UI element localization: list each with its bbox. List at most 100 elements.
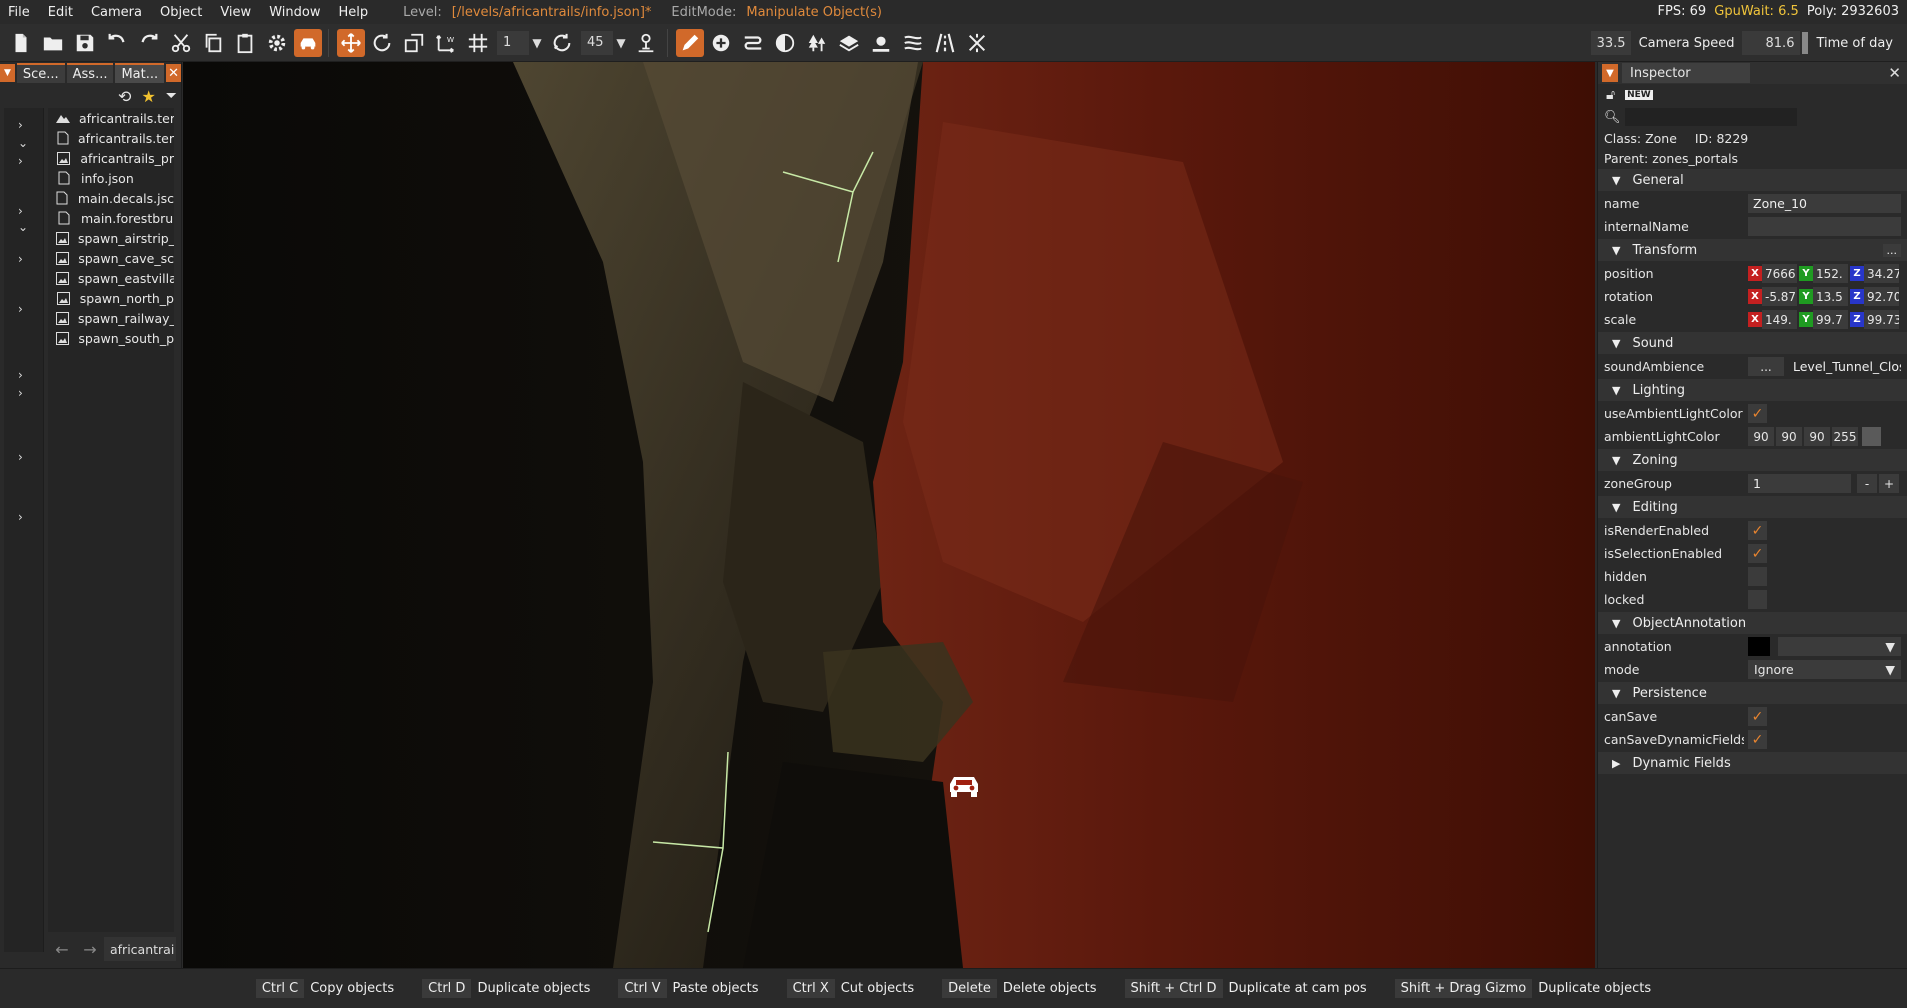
rotate-gizmo-icon[interactable] (367, 28, 397, 58)
scale-gizmo-icon[interactable] (399, 28, 429, 58)
section-transform[interactable]: ▼ Transform... (1598, 239, 1907, 261)
rotation-z-field[interactable]: 92.70 (1864, 287, 1899, 306)
rotation-snap-icon[interactable] (547, 28, 577, 58)
rotation-x-field[interactable]: -5.87 (1762, 287, 1797, 306)
cut-icon[interactable] (166, 28, 196, 58)
hidden-checkbox[interactable] (1748, 567, 1767, 586)
position-z-field[interactable]: 34.27 (1864, 264, 1899, 283)
object-edit-pencil-icon[interactable] (676, 28, 704, 57)
file-list-item[interactable]: spawn_south_p (48, 328, 174, 348)
name-input[interactable]: Zone_10 (1748, 194, 1901, 213)
position-x-field[interactable]: 7666 (1762, 264, 1797, 283)
time-of-day-label[interactable]: Time of day (1816, 36, 1893, 51)
vehicle-mode-icon[interactable] (294, 28, 322, 57)
search-input[interactable] (1624, 108, 1797, 126)
tab-materials[interactable]: Mat... (115, 63, 165, 83)
filter-icon[interactable]: ⏷ (166, 88, 177, 104)
ambient-a-field[interactable]: 255 (1832, 427, 1858, 446)
align-world-icon[interactable]: W (431, 28, 461, 58)
can-save-dynamic-checkbox[interactable]: ✓ (1748, 730, 1767, 749)
inspector-title[interactable]: Inspector (1622, 63, 1750, 83)
expand-arrow-icon[interactable]: › (18, 510, 23, 524)
menu-camera[interactable]: Camera (82, 5, 151, 20)
expand-arrow-icon[interactable]: › (18, 302, 23, 316)
camera-speed-field[interactable]: 81.6 (1742, 31, 1801, 55)
file-list-item[interactable]: spawn_airstrip_ (48, 228, 174, 248)
mesh-road-icon[interactable] (930, 28, 960, 58)
ambient-b-field[interactable]: 90 (1804, 427, 1830, 446)
paste-icon[interactable] (230, 28, 260, 58)
transform-more-button[interactable]: ... (1882, 243, 1901, 257)
terrain-painter-icon[interactable] (834, 28, 864, 58)
menu-object[interactable]: Object (151, 5, 211, 20)
create-object-icon[interactable] (706, 28, 736, 58)
favorites-star-icon[interactable]: ★ (141, 87, 155, 106)
scale-z-field[interactable]: 99.73 (1864, 310, 1899, 329)
angle-snap-field[interactable]: 45 (581, 30, 613, 55)
expand-arrow-icon[interactable]: › (18, 118, 23, 132)
close-panel-icon[interactable]: ✕ (166, 64, 181, 82)
redo-icon[interactable] (134, 28, 164, 58)
menu-edit[interactable]: Edit (39, 5, 82, 20)
open-folder-icon[interactable] (38, 28, 68, 58)
expand-arrow-icon[interactable]: › (18, 252, 23, 266)
file-list-item[interactable]: info.json (48, 168, 174, 188)
section-object-annotation[interactable]: ▼ ObjectAnnotation (1598, 612, 1907, 634)
collapse-arrow-icon[interactable]: ⌄ (18, 136, 28, 150)
scale-y-field[interactable]: 99.7 (1813, 310, 1848, 329)
new-window-icon[interactable]: NEW (1625, 90, 1653, 100)
annotation-dropdown[interactable]: ▼ (1778, 637, 1901, 656)
forest-editor-icon[interactable] (802, 28, 832, 58)
scale-x-field[interactable]: 149. (1762, 310, 1797, 329)
file-list-item[interactable]: africantrails.ter (48, 128, 174, 148)
annotation-color-swatch[interactable] (1748, 637, 1770, 656)
section-editing[interactable]: ▼ Editing (1598, 496, 1907, 518)
zone-decrement-button[interactable]: - (1857, 474, 1877, 493)
panel-menu-icon[interactable]: ▼ (0, 64, 15, 82)
collapse-arrow-icon[interactable]: ⌄ (18, 220, 28, 234)
file-list-item[interactable]: main.decals.jsc (48, 188, 174, 208)
undo-icon[interactable] (102, 28, 132, 58)
3d-viewport[interactable] (183, 62, 1595, 968)
file-list-item[interactable]: africantrails_pr (48, 148, 174, 168)
ambient-r-field[interactable]: 90 (1748, 427, 1774, 446)
rotation-y-field[interactable]: 13.5 (1813, 287, 1848, 306)
mode-dropdown[interactable]: Ignore ▼ (1748, 660, 1901, 679)
camera-value-field[interactable]: 33.5 (1590, 31, 1631, 55)
menu-file[interactable]: File (0, 5, 39, 20)
internal-name-input[interactable] (1748, 217, 1901, 236)
ambient-g-field[interactable]: 90 (1776, 427, 1802, 446)
sound-browse-button[interactable]: ... (1748, 357, 1784, 376)
road-editor-icon[interactable] (738, 28, 768, 58)
expand-arrow-icon[interactable]: › (18, 386, 23, 400)
translate-gizmo-icon[interactable] (337, 28, 365, 57)
section-persistence[interactable]: ▼ Persistence (1598, 682, 1907, 704)
position-y-field[interactable]: 152. (1813, 264, 1848, 283)
close-icon[interactable]: ✕ (1888, 64, 1901, 82)
camera-speed-slider-handle[interactable] (1802, 32, 1809, 54)
angle-dropdown-icon[interactable]: ▼ (613, 31, 629, 55)
forward-arrow-icon[interactable]: → (76, 940, 104, 959)
file-list-item[interactable]: spawn_north_p (48, 288, 174, 308)
snap-dropdown-icon[interactable]: ▼ (529, 31, 545, 55)
section-dynamic-fields[interactable]: ▶ Dynamic Fields (1598, 752, 1907, 774)
section-sound[interactable]: ▼ Sound (1598, 332, 1907, 354)
menu-view[interactable]: View (211, 5, 260, 20)
grid-snap-icon[interactable] (463, 28, 493, 58)
decal-editor-icon[interactable] (770, 28, 800, 58)
snap-value-field[interactable]: 1 (497, 30, 529, 55)
navmesh-icon[interactable] (962, 28, 992, 58)
save-icon[interactable] (70, 28, 100, 58)
tab-assets[interactable]: Ass... (66, 63, 114, 83)
menu-window[interactable]: Window (260, 5, 329, 20)
section-lighting[interactable]: ▼ Lighting (1598, 379, 1907, 401)
lock-icon[interactable]: 🔓︎ (1606, 87, 1615, 103)
expand-arrow-icon[interactable]: › (18, 368, 23, 382)
expand-arrow-icon[interactable]: › (18, 204, 23, 218)
expand-arrow-icon[interactable]: › (18, 450, 23, 464)
current-path-field[interactable]: africantrai (104, 937, 176, 961)
snap-to-terrain-icon[interactable] (631, 28, 661, 58)
river-editor-icon[interactable] (898, 28, 928, 58)
file-list-item[interactable]: spawn_cave_sc (48, 248, 174, 268)
new-file-icon[interactable] (6, 28, 36, 58)
